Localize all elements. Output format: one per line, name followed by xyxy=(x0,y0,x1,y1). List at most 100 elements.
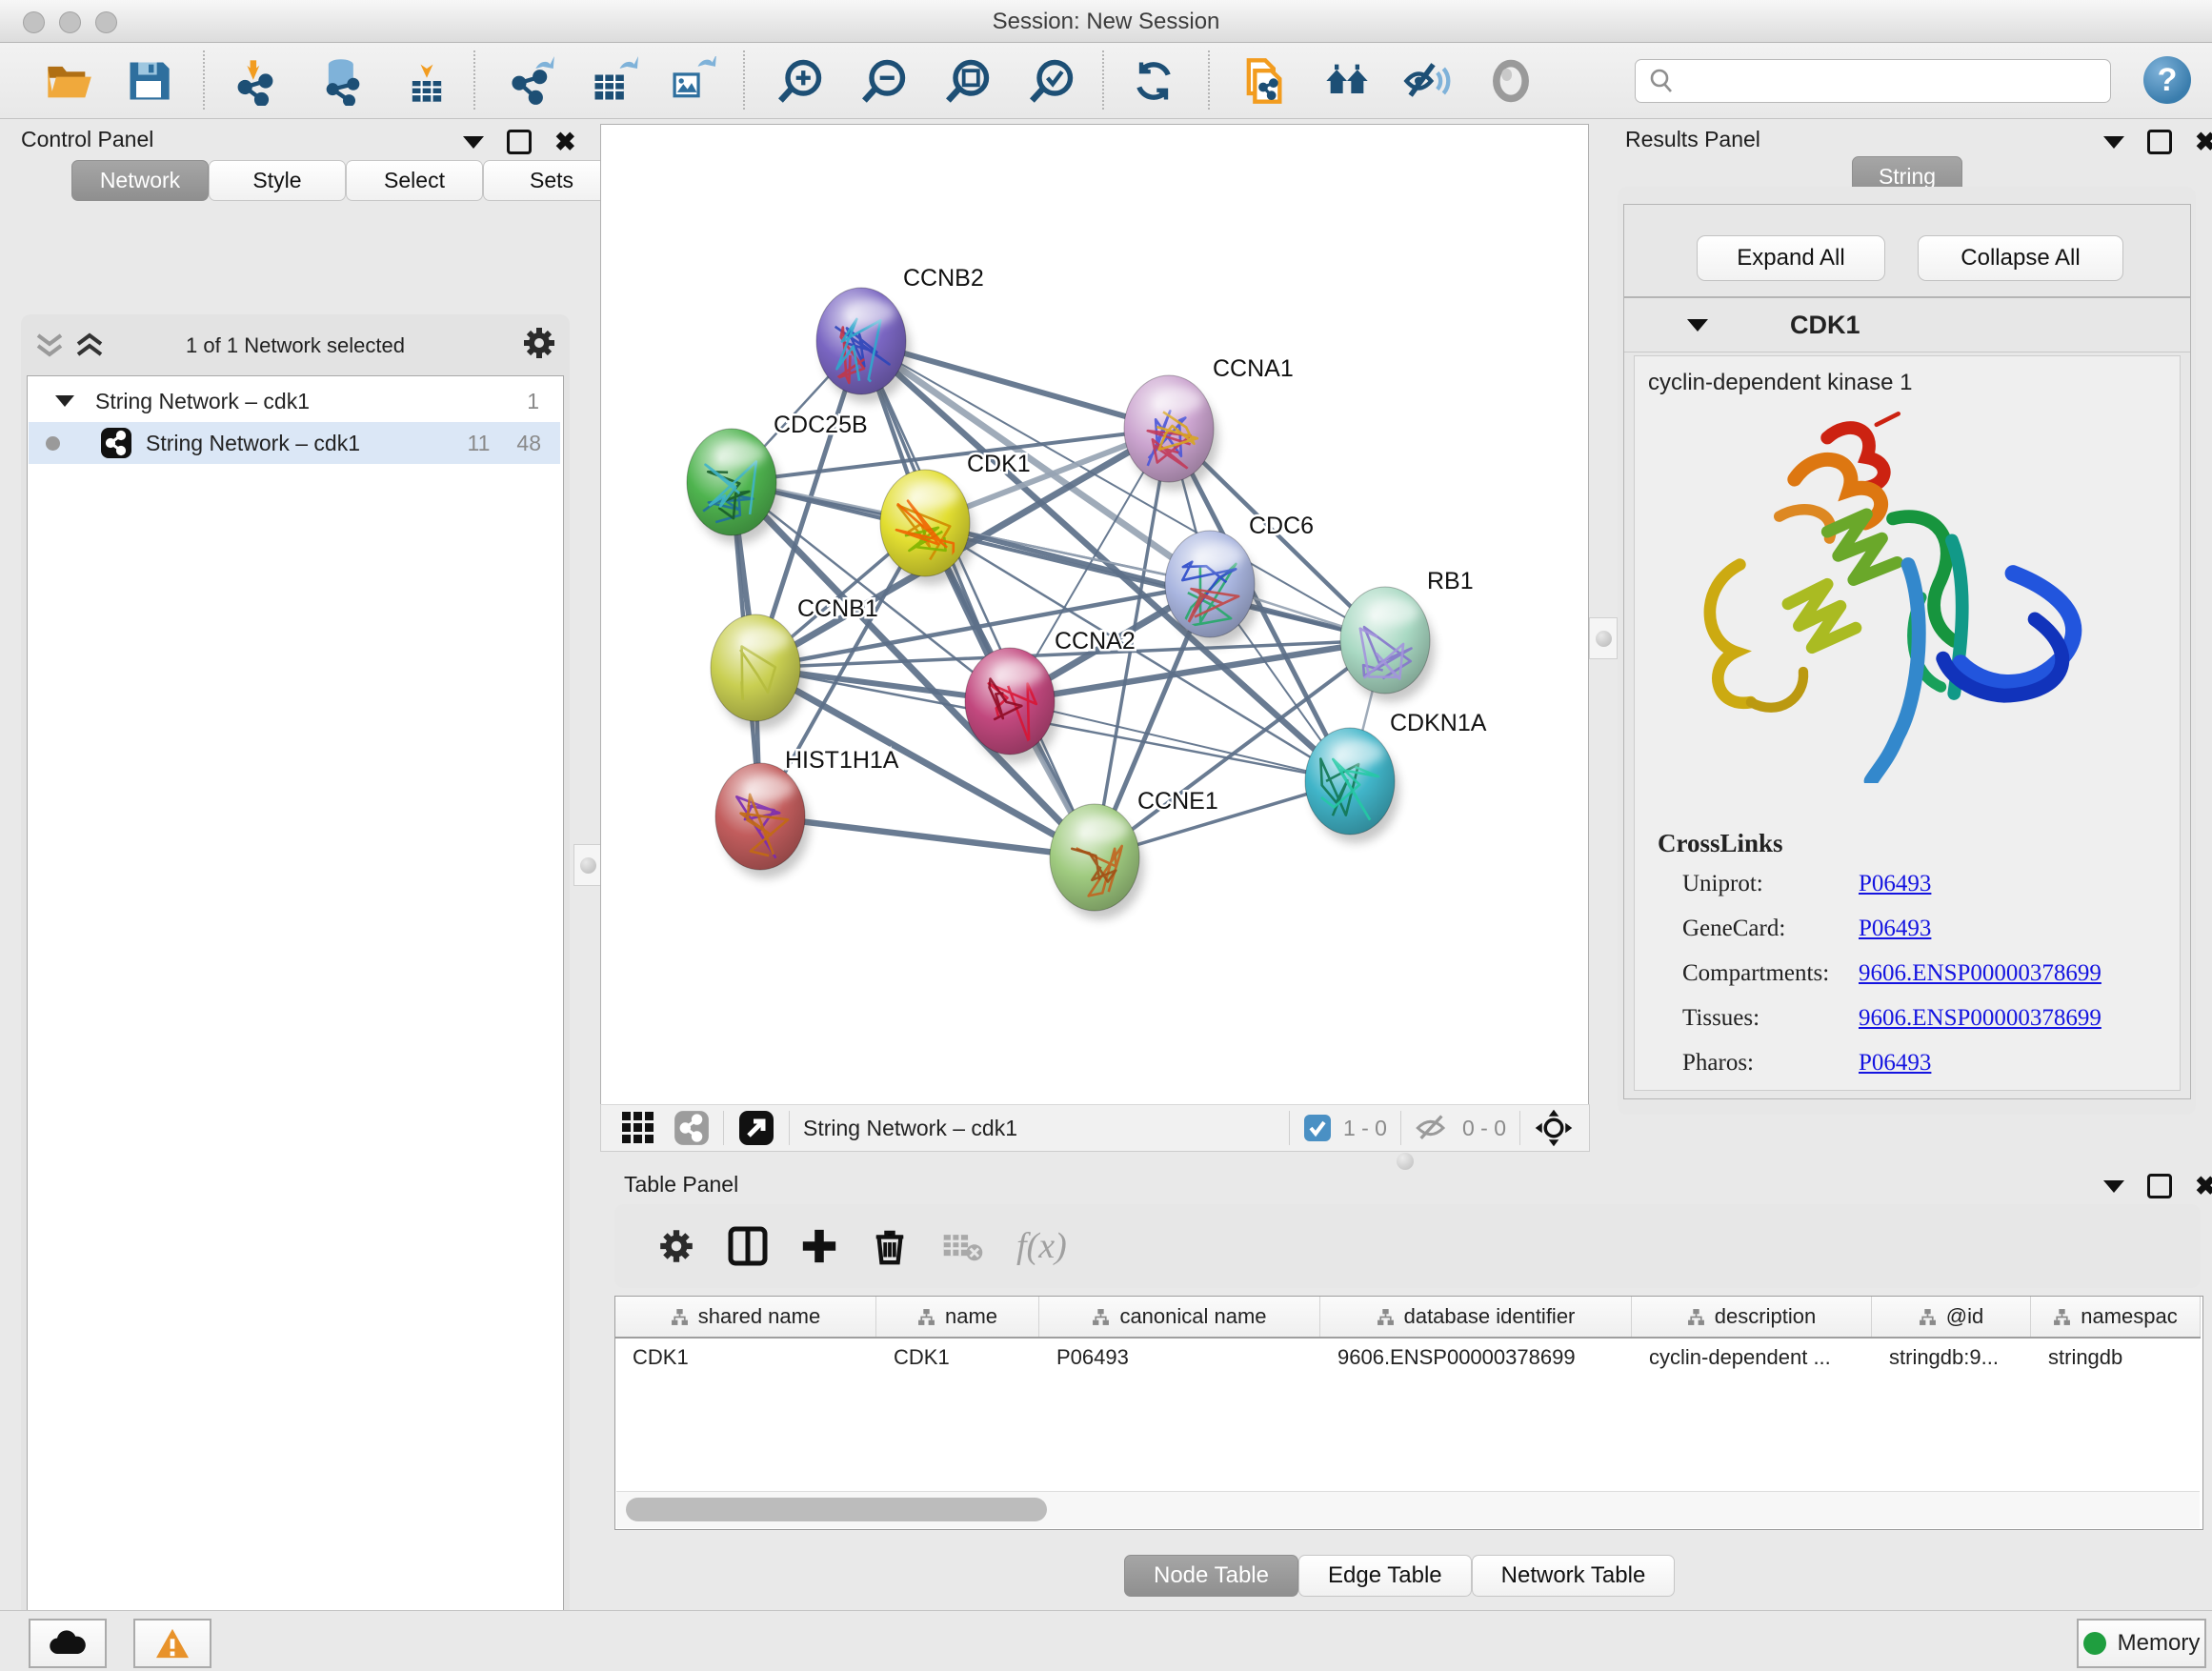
zoom-out-icon[interactable] xyxy=(857,54,911,108)
network-node-CCNB2[interactable]: CCNB2 xyxy=(816,265,984,403)
network-node-CCNA1[interactable]: CCNA1 xyxy=(1124,355,1294,491)
import-network-database-icon[interactable] xyxy=(316,54,370,108)
show-graphics-details-icon[interactable] xyxy=(1484,54,1538,108)
cloud-button[interactable] xyxy=(29,1619,107,1668)
close-panel-icon[interactable]: ✖ xyxy=(2195,1177,2212,1196)
crosslink-value-link[interactable]: P06493 xyxy=(1859,1050,1931,1077)
first-neighbors-icon[interactable] xyxy=(1320,54,1374,108)
gene-description: cyclin-dependent kinase 1 xyxy=(1648,370,1913,396)
tab-network-table[interactable]: Network Table xyxy=(1472,1555,1676,1597)
float-panel-icon[interactable] xyxy=(463,136,484,149)
table-cell[interactable]: CDK1 xyxy=(876,1339,1039,1377)
column-header-name[interactable]: name xyxy=(876,1297,1039,1337)
expand-collection-icon[interactable] xyxy=(55,395,74,407)
network-node-CCNE1[interactable]: CCNE1 xyxy=(1050,788,1218,919)
table-cell[interactable]: CDK1 xyxy=(615,1339,876,1377)
refresh-view-icon[interactable] xyxy=(1127,54,1180,108)
title-bar: Session: New Session xyxy=(0,0,2212,43)
close-panel-icon[interactable]: ✖ xyxy=(2195,132,2212,151)
memory-status-icon xyxy=(2083,1632,2106,1655)
delete-table-icon[interactable] xyxy=(942,1230,984,1262)
export-image-icon[interactable] xyxy=(665,54,718,108)
tab-network[interactable]: Network xyxy=(71,160,209,201)
network-node-CDC25B[interactable]: CDC25B xyxy=(687,412,868,544)
left-splitter-handle[interactable] xyxy=(573,844,602,886)
function-builder-icon[interactable]: f(x) xyxy=(1016,1225,1067,1267)
network-node-HIST1H1A[interactable]: HIST1H1A xyxy=(715,747,899,878)
export-table-icon[interactable] xyxy=(587,54,640,108)
open-session-icon[interactable] xyxy=(42,54,95,108)
column-header-description[interactable]: description xyxy=(1632,1297,1872,1337)
memory-button[interactable]: Memory xyxy=(2077,1619,2206,1668)
maximize-panel-icon[interactable] xyxy=(2147,130,2172,154)
tab-node-table[interactable]: Node Table xyxy=(1124,1555,1298,1597)
table-horizontal-scrollbar[interactable] xyxy=(616,1491,2200,1528)
table-cell[interactable]: 9606.ENSP00000378699 xyxy=(1320,1339,1632,1377)
warnings-button[interactable] xyxy=(133,1619,211,1668)
delete-column-icon[interactable] xyxy=(870,1226,910,1266)
float-panel-icon[interactable] xyxy=(2103,136,2124,149)
collapse-entry-icon[interactable] xyxy=(1687,319,1708,332)
table-gear-icon[interactable] xyxy=(656,1226,696,1266)
zoom-fit-icon[interactable] xyxy=(941,54,995,108)
collection-count: 1 xyxy=(527,389,539,414)
scrollbar-thumb[interactable] xyxy=(626,1498,1047,1521)
search-input[interactable] xyxy=(1635,59,2111,103)
crosslink-value-link[interactable]: 9606.ENSP00000378699 xyxy=(1859,960,2101,987)
cdk1-card-header[interactable]: CDK1 xyxy=(1624,298,2190,352)
column-header-database-identifier[interactable]: database identifier xyxy=(1320,1297,1632,1337)
column-header-shared-name[interactable]: shared name xyxy=(615,1297,876,1337)
network-node-CDK1[interactable]: CDK1 xyxy=(880,451,1031,585)
import-table-file-icon[interactable] xyxy=(400,54,453,108)
tab-select[interactable]: Select xyxy=(346,160,483,201)
save-session-icon[interactable] xyxy=(122,54,175,108)
table-cell[interactable]: stringdb xyxy=(2031,1339,2201,1377)
view-grid-icon[interactable] xyxy=(620,1110,656,1146)
maximize-panel-icon[interactable] xyxy=(2147,1174,2172,1198)
show-columns-icon[interactable] xyxy=(727,1225,769,1267)
tab-style[interactable]: Style xyxy=(209,160,346,201)
selected-checkbox-icon[interactable] xyxy=(1303,1114,1332,1142)
import-network-file-icon[interactable] xyxy=(229,54,282,108)
table-cell[interactable]: stringdb:9... xyxy=(1872,1339,2031,1377)
column-tree-icon xyxy=(917,1308,935,1326)
crosslink-value-link[interactable]: P06493 xyxy=(1859,916,1931,942)
crosslink-value-link[interactable]: P06493 xyxy=(1859,871,1931,897)
float-panel-icon[interactable] xyxy=(2103,1180,2124,1193)
hide-graphics-details-icon[interactable] xyxy=(1400,54,1454,108)
string-network-graph[interactable]: CCNB2CCNA1CDC25BCDK1CDC6RB1CCNB1CCNA2CDK… xyxy=(601,125,1588,1104)
detach-view-icon[interactable] xyxy=(737,1109,775,1147)
export-network-icon[interactable] xyxy=(505,54,558,108)
crosslink-label: Compartments: xyxy=(1682,960,1859,987)
table-cell[interactable]: P06493 xyxy=(1039,1339,1320,1377)
copy-network-icon[interactable] xyxy=(1237,54,1290,108)
zoom-in-icon[interactable] xyxy=(774,54,827,108)
toolbar-separator xyxy=(473,50,475,110)
close-panel-icon[interactable]: ✖ xyxy=(554,132,576,151)
network-options-gear-icon[interactable] xyxy=(520,324,558,362)
maximize-panel-icon[interactable] xyxy=(507,130,532,154)
column-header-namespac[interactable]: namespac xyxy=(2031,1297,2201,1337)
expand-all-button[interactable]: Expand All xyxy=(1697,235,1885,281)
column-header-canonical-name[interactable]: canonical name xyxy=(1039,1297,1320,1337)
collapse-all-button[interactable]: Collapse All xyxy=(1918,235,2123,281)
crosslink-value-link[interactable]: 9606.ENSP00000378699 xyxy=(1859,1005,2101,1032)
column-header--id[interactable]: @id xyxy=(1872,1297,2031,1337)
birds-eye-navigator-icon[interactable] xyxy=(1534,1108,1574,1148)
network-edge-count: 48 xyxy=(516,431,541,456)
table-cell[interactable]: cyclin-dependent ... xyxy=(1632,1339,1872,1377)
network-node-CDC6[interactable]: CDC6 xyxy=(1165,513,1314,646)
string-view-icon[interactable] xyxy=(674,1110,710,1146)
hidden-items-eye-icon[interactable] xyxy=(1415,1113,1453,1143)
help-icon[interactable]: ? xyxy=(2143,56,2191,104)
zoom-selected-icon[interactable] xyxy=(1025,54,1078,108)
network-node-RB1[interactable]: RB1 xyxy=(1340,568,1474,702)
add-column-icon[interactable] xyxy=(799,1226,839,1266)
network-collection-row[interactable]: String Network – cdk1 1 xyxy=(29,380,560,422)
network-node-count: 11 xyxy=(468,431,491,456)
table-row[interactable]: CDK1CDK1P064939606.ENSP00000378699cyclin… xyxy=(615,1339,2201,1377)
network-canvas[interactable]: CCNB2CCNA1CDC25BCDK1CDC6RB1CCNB1CCNA2CDK… xyxy=(600,124,1589,1105)
network-row[interactable]: String Network – cdk1 11 48 xyxy=(29,422,560,464)
network-node-CDKN1A[interactable]: CDKN1A xyxy=(1305,710,1487,843)
tab-edge-table[interactable]: Edge Table xyxy=(1298,1555,1472,1597)
